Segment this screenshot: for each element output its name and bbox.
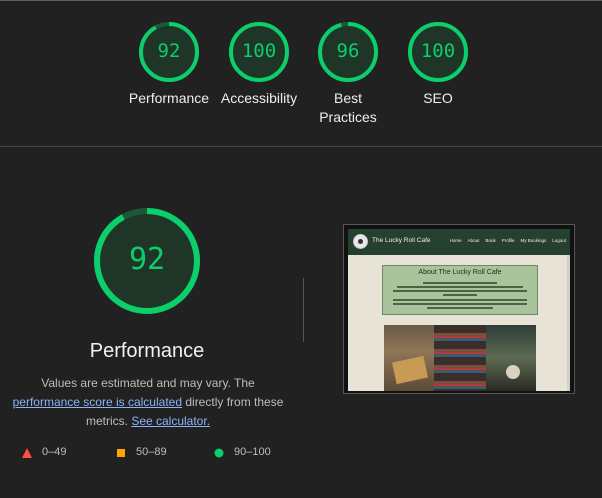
gauge-score: 92 xyxy=(157,40,181,62)
text-line xyxy=(423,282,497,284)
site-about-title: About The Lucky Roll Cafe xyxy=(418,269,502,276)
legend-range: 50–89 xyxy=(136,446,167,458)
score-summary: 92 Performance 100 Accessibility 96 Best… xyxy=(0,0,602,146)
section-divider xyxy=(0,146,602,147)
gauge-score: 100 xyxy=(241,40,277,62)
site-nav-links: Home About Book Profile My Bookings Logout xyxy=(444,238,566,243)
text-line xyxy=(397,286,523,288)
gauge-score: 100 xyxy=(420,40,456,62)
performance-title: Performance xyxy=(89,340,205,362)
text-line xyxy=(393,299,527,301)
text-line xyxy=(393,290,527,292)
site-preview: The Lucky Roll Cafe Home About Book Profile… xyxy=(348,229,570,391)
score-calculated-link[interactable]: performance score is calculated xyxy=(13,395,182,409)
gauge-best-practices[interactable]: 96 xyxy=(316,20,380,84)
performance-score: 92 xyxy=(128,242,166,277)
label-line: Practices xyxy=(319,109,377,125)
category-label-seo: SEO xyxy=(383,89,493,108)
triangle-icon xyxy=(22,448,32,458)
label-line: SEO xyxy=(423,90,453,106)
gauge-performance[interactable]: 92 xyxy=(137,20,201,84)
legend-range: 90–100 xyxy=(234,446,271,458)
see-calculator-link[interactable]: See calculator. xyxy=(131,414,210,428)
site-nav-link: Logout xyxy=(552,238,566,243)
site-nav-link: Book xyxy=(485,238,496,243)
performance-description: Values are estimated and may vary. The p… xyxy=(8,374,288,431)
legend-range: 0–49 xyxy=(42,446,67,458)
photo-panel xyxy=(486,325,536,391)
site-about-box: About The Lucky Roll Cafe xyxy=(382,265,538,315)
page-screenshot[interactable]: The Lucky Roll Cafe Home About Book Profile… xyxy=(343,224,575,394)
site-nav-link: Home xyxy=(449,238,462,243)
text-line xyxy=(443,294,477,296)
site-nav-link: Profile xyxy=(501,238,515,243)
text-line xyxy=(427,307,493,309)
photo-panel xyxy=(384,325,434,391)
desc-text: Values are estimated and may vary. The xyxy=(41,376,255,390)
square-icon xyxy=(117,449,125,457)
label-line: Best xyxy=(333,90,362,106)
label-line: Performance xyxy=(128,90,210,106)
site-brand: The Lucky Roll Cafe xyxy=(372,237,431,244)
circle-icon xyxy=(214,448,224,458)
site-logo-icon xyxy=(353,234,368,249)
site-scrollbar xyxy=(567,255,570,391)
vertical-separator xyxy=(303,278,304,342)
gauge-seo[interactable]: 100 xyxy=(406,20,470,84)
photo-panel xyxy=(434,325,486,391)
site-nav-link: About xyxy=(467,238,480,243)
site-nav-link: My Bookings xyxy=(520,238,547,243)
site-cafe-photo xyxy=(384,325,536,391)
site-navbar: The Lucky Roll Cafe Home About Book Profile… xyxy=(348,229,570,255)
gauge-score: 96 xyxy=(336,40,360,62)
gauge-accessibility[interactable]: 100 xyxy=(227,20,291,84)
performance-gauge-large: 92 xyxy=(92,206,202,316)
text-line xyxy=(393,303,527,305)
label-line: Accessibility xyxy=(220,90,298,106)
